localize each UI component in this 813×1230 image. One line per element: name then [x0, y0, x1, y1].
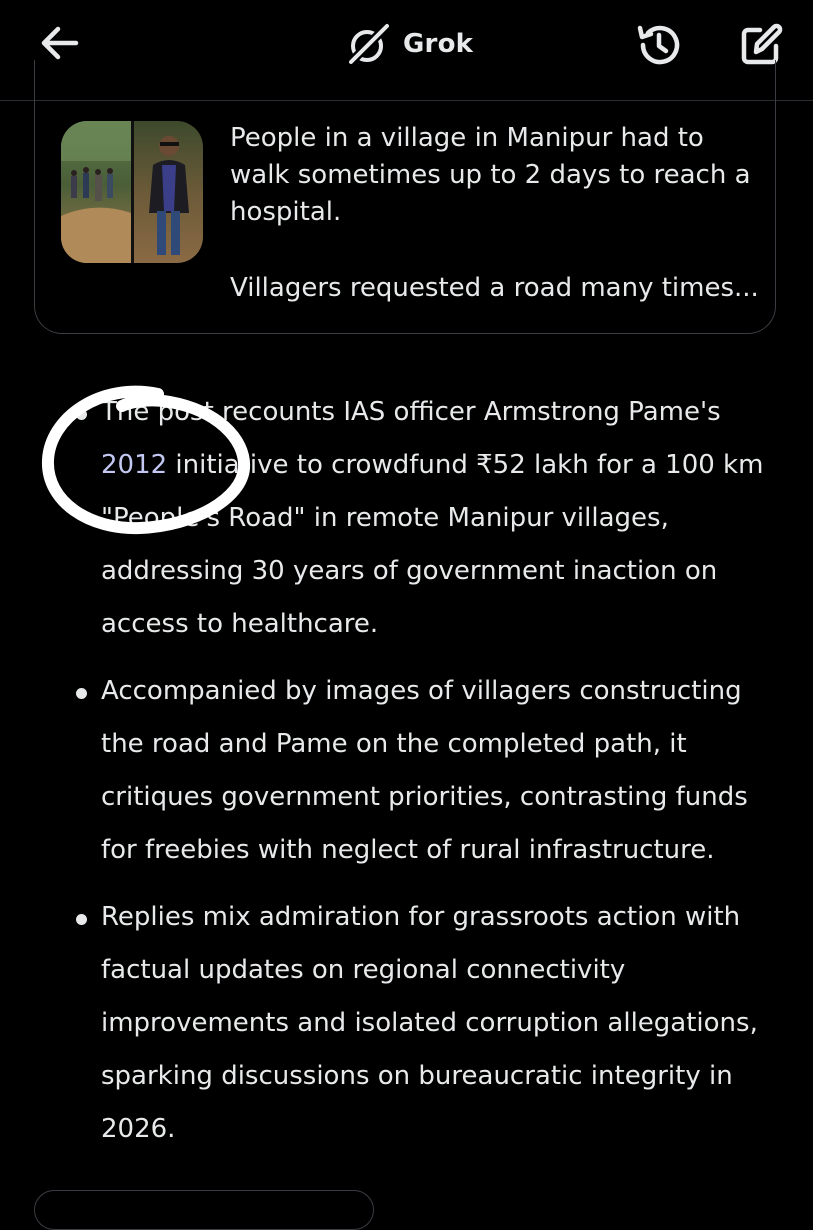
bullet-dot	[76, 409, 87, 420]
bullet-dot	[76, 914, 87, 925]
next-card[interactable]	[34, 1190, 374, 1230]
bullet-text: Accompanied by images of villagers const…	[101, 676, 748, 865]
bullet-text: Replies mix admiration for grassroots ac…	[101, 902, 758, 1144]
bullet-text: initiative to crowdfund ₹52 lakh for a 1…	[101, 450, 764, 639]
post-image	[61, 121, 203, 263]
list-item: Accompanied by images of villagers const…	[0, 665, 791, 877]
bullet-text: The post recounts IAS officer Armstrong …	[101, 397, 721, 427]
post-thumbnail[interactable]	[61, 121, 203, 263]
year-highlight: 2012	[101, 450, 168, 480]
app-title: Grok	[403, 29, 474, 59]
source-post-line: People in a village in Manipur had to wa…	[230, 123, 751, 227]
bullet-dot	[76, 688, 87, 699]
source-post-text: People in a village in Manipur had to wa…	[230, 120, 760, 307]
summary-list: The post recounts IAS officer Armstrong …	[0, 386, 813, 1156]
list-item: The post recounts IAS officer Armstrong …	[0, 386, 791, 651]
source-post-line: Villagers requested a road many times...	[230, 273, 759, 303]
list-item: Replies mix admiration for grassroots ac…	[0, 891, 791, 1156]
